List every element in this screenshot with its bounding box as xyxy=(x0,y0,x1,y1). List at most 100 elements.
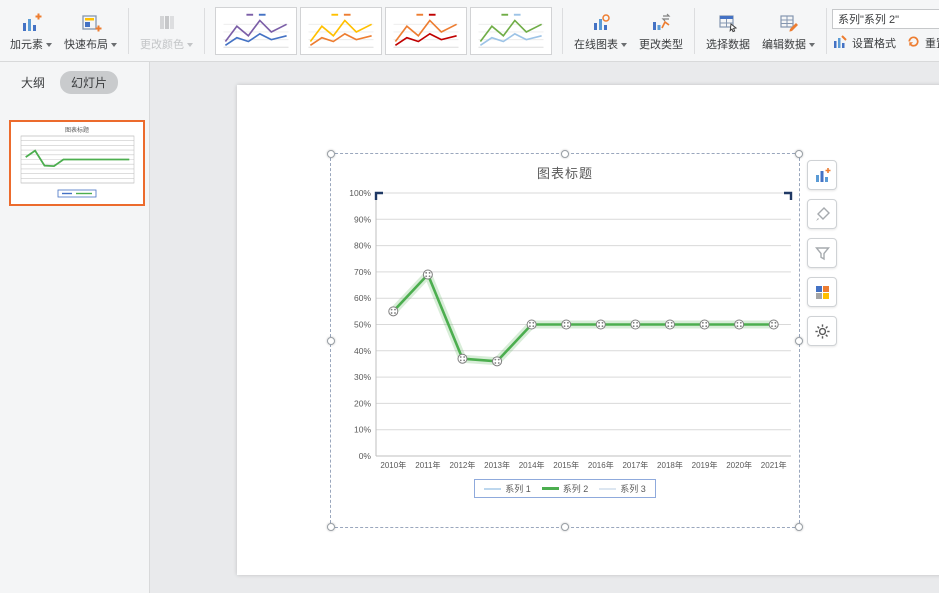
svg-text:60%: 60% xyxy=(354,293,371,303)
svg-text:40%: 40% xyxy=(354,346,371,356)
filter-funnel-icon xyxy=(814,246,830,260)
legend-swatch xyxy=(599,487,617,490)
svg-text:2010年: 2010年 xyxy=(380,460,406,470)
legend-item[interactable]: 系列 1 xyxy=(484,482,531,495)
caret-down-icon xyxy=(621,43,627,47)
online-chart-label: 在线图表 xyxy=(574,38,618,51)
resize-handle-top-right[interactable] xyxy=(795,150,803,158)
svg-text:80%: 80% xyxy=(354,241,371,251)
chart-settings-button[interactable] xyxy=(807,316,837,346)
svg-text:30%: 30% xyxy=(354,372,371,382)
svg-text:2012年: 2012年 xyxy=(450,460,476,470)
svg-text:70%: 70% xyxy=(354,267,371,277)
chart-style-option-4[interactable] xyxy=(470,6,552,55)
chart-object[interactable]: 图表标题 0% 10% 20% 30% 40% 50% 60% 70% 80% 90% 100% 20… xyxy=(327,150,803,531)
chart-plot-area[interactable]: 0% 10% 20% 30% 40% 50% 60% 70% 80% 90% 100% 2010年 20… xyxy=(331,154,801,529)
ribbon-toolbar: 加元素 快速布局 更改颜色 在线图表 更改类型 选择数据 编辑数据 系列"系列 … xyxy=(0,0,939,62)
chart-style-preview xyxy=(223,13,289,48)
ribbon-separator xyxy=(204,7,205,54)
chart-quick-tools xyxy=(807,160,837,346)
caret-down-icon xyxy=(46,43,52,47)
svg-text:20%: 20% xyxy=(354,398,371,408)
slide-thumbnail[interactable]: 图表标题 xyxy=(9,120,145,206)
legend-item[interactable]: 系列 3 xyxy=(599,482,646,495)
svg-text:2011年: 2011年 xyxy=(415,460,440,470)
caret-down-icon xyxy=(187,43,193,47)
ribbon-right-group: 系列"系列 2" 设置格式 重 xyxy=(832,8,939,53)
chart-style-option-2[interactable] xyxy=(300,6,382,55)
legend-label: 系列 2 xyxy=(562,484,589,494)
change-type-label: 更改类型 xyxy=(639,38,683,51)
online-chart-button[interactable]: 在线图表 xyxy=(568,3,633,59)
chart-element-selector[interactable]: 系列"系列 2" xyxy=(832,8,939,29)
resize-handle-top-middle[interactable] xyxy=(561,150,569,158)
svg-text:50%: 50% xyxy=(354,320,371,330)
resize-handle-bottom-left[interactable] xyxy=(327,523,335,531)
svg-text:2021年: 2021年 xyxy=(761,460,787,470)
reset-button[interactable]: 重置 xyxy=(906,34,939,52)
chart-data-button[interactable] xyxy=(807,277,837,307)
edit-data-label: 编辑数据 xyxy=(762,38,806,51)
set-format-button[interactable]: 设置格式 xyxy=(832,34,896,53)
svg-text:0%: 0% xyxy=(359,451,372,461)
add-element-label: 加元素 xyxy=(10,38,43,51)
svg-text:2014年: 2014年 xyxy=(519,460,545,470)
ribbon-separator xyxy=(128,7,129,54)
svg-text:2015年: 2015年 xyxy=(553,460,579,470)
settings-gear-icon xyxy=(814,323,830,339)
chart-style-button[interactable] xyxy=(807,199,837,229)
resize-handle-bottom-middle[interactable] xyxy=(561,523,569,531)
edit-data-button[interactable]: 编辑数据 xyxy=(756,3,821,59)
svg-text:90%: 90% xyxy=(354,214,371,224)
chart-elements-button[interactable] xyxy=(807,160,837,190)
change-colors-label: 更改颜色 xyxy=(140,38,184,51)
quick-layout-label: 快速布局 xyxy=(64,38,108,51)
select-data-button[interactable]: 选择数据 xyxy=(700,3,756,59)
chart-filter-button[interactable] xyxy=(807,238,837,268)
chart-legend: 系列 1 系列 2 系列 3 xyxy=(331,479,799,498)
chart-element-selector-value: 系列"系列 2" xyxy=(838,13,899,26)
svg-text:10%: 10% xyxy=(354,425,371,435)
reset-label: 重置 xyxy=(925,38,939,50)
editing-canvas[interactable]: 图表标题 0% 10% 20% 30% 40% 50% 60% 70% 80% 90% 100% 20… xyxy=(151,62,939,593)
online-chart-icon xyxy=(590,10,612,36)
svg-text:2017年: 2017年 xyxy=(622,460,648,470)
legend-item[interactable]: 系列 2 xyxy=(541,482,589,495)
set-format-label: 设置格式 xyxy=(852,38,896,50)
add-element-icon xyxy=(20,10,42,36)
caret-down-icon xyxy=(111,43,117,47)
legend-box[interactable]: 系列 1 系列 2 系列 3 xyxy=(474,479,656,498)
chart-style-preview xyxy=(393,13,459,48)
resize-handle-middle-left[interactable] xyxy=(327,336,335,345)
chart-style-preview xyxy=(308,13,374,48)
svg-text:2019年: 2019年 xyxy=(692,460,718,470)
ribbon-separator xyxy=(694,7,695,54)
change-type-button[interactable]: 更改类型 xyxy=(633,3,689,59)
tab-outline[interactable]: 大纲 xyxy=(10,71,56,94)
select-data-icon xyxy=(717,10,739,36)
slide-panel: 大纲 幻灯片 图表标题 xyxy=(0,62,150,593)
chart-style-option-1[interactable] xyxy=(215,6,297,55)
panel-tabs: 大纲 幻灯片 xyxy=(0,62,149,103)
resize-handle-bottom-right[interactable] xyxy=(795,523,803,531)
change-type-icon xyxy=(650,10,672,36)
chart-style-option-3[interactable] xyxy=(385,6,467,55)
ribbon-separator xyxy=(826,7,827,54)
style-brush-icon xyxy=(815,206,830,221)
legend-swatch xyxy=(484,487,502,490)
svg-text:100%: 100% xyxy=(349,188,371,198)
resize-handle-top-left[interactable] xyxy=(327,150,335,158)
set-format-icon xyxy=(832,34,848,53)
svg-text:2018年: 2018年 xyxy=(657,460,683,470)
add-element-button[interactable]: 加元素 xyxy=(4,3,58,59)
tab-slides[interactable]: 幻灯片 xyxy=(60,71,119,94)
reset-icon xyxy=(906,34,921,52)
quick-layout-button[interactable]: 快速布局 xyxy=(58,3,123,59)
caret-down-icon xyxy=(809,43,815,47)
quick-layout-icon xyxy=(80,10,102,36)
chart-style-preview xyxy=(478,13,544,48)
data-grid-icon xyxy=(815,285,829,299)
change-colors-button[interactable]: 更改颜色 xyxy=(134,3,199,59)
resize-handle-middle-right[interactable] xyxy=(795,336,803,345)
select-data-label: 选择数据 xyxy=(706,38,750,51)
